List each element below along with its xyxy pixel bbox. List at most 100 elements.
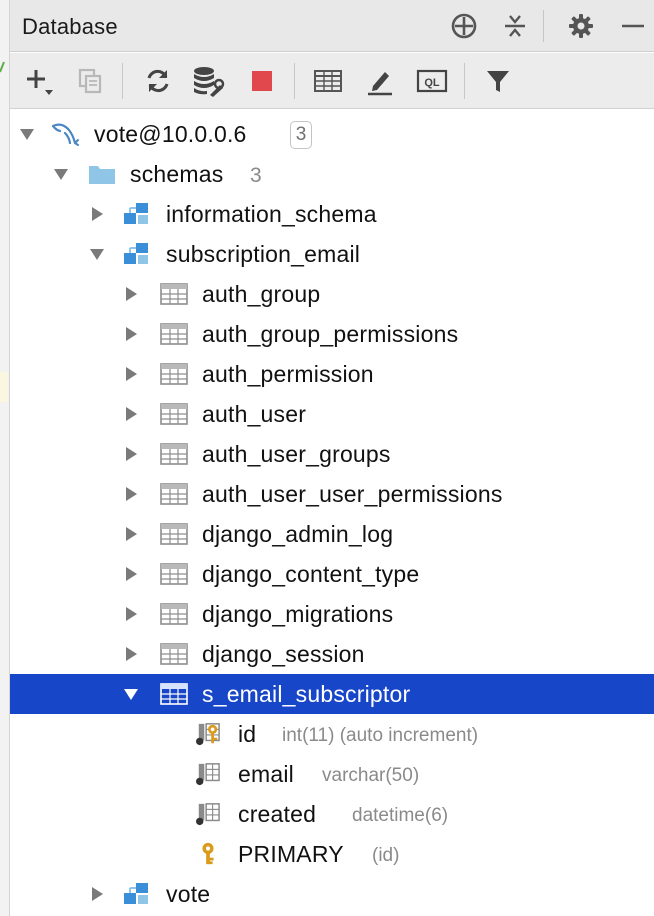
expanded-arrow-icon[interactable]: [90, 247, 104, 261]
crosshair-icon: [451, 13, 477, 39]
expanded-arrow-icon[interactable]: [54, 167, 68, 181]
tree-node-table[interactable]: auth_permission: [10, 354, 654, 394]
refresh-icon: [147, 69, 169, 93]
table-icon: [160, 443, 188, 465]
tree-node-table[interactable]: django_content_type: [10, 554, 654, 594]
collapsed-arrow-icon[interactable]: [124, 607, 138, 621]
tree-node-schema[interactable]: subscription_email: [10, 234, 654, 274]
table-label: auth_user_user_permissions: [202, 481, 503, 507]
datasource-label: vote@10.0.0.6: [94, 121, 247, 147]
collapsed-arrow-icon[interactable]: [90, 207, 104, 221]
collapsed-arrow-icon[interactable]: [124, 487, 138, 501]
key-columns: (id): [372, 845, 400, 866]
expanded-arrow-icon[interactable]: [20, 127, 34, 141]
schema-icon: [123, 882, 149, 905]
schema-label: vote: [166, 881, 211, 907]
table-label: auth_group: [202, 281, 321, 307]
schema-icon: [123, 202, 149, 225]
table-label: s_email_subscriptor: [202, 681, 411, 707]
sql-console-button[interactable]: QL: [414, 63, 450, 99]
column-type: int(11) (auto increment): [282, 725, 479, 746]
table-icon: [160, 523, 188, 545]
schema-icon: [123, 242, 149, 265]
collapsed-arrow-icon[interactable]: [124, 527, 138, 541]
collapse-all-button[interactable]: [499, 10, 531, 42]
hide-panel-button[interactable]: [616, 10, 648, 42]
gutter-highlight-marker: [0, 372, 8, 402]
header-separator: [543, 10, 544, 42]
collapsed-arrow-icon[interactable]: [124, 327, 138, 341]
table-icon: [160, 683, 188, 705]
tree-node-column[interactable]: email varchar(50): [10, 754, 654, 794]
folder-icon: [89, 166, 115, 184]
expanded-arrow-icon[interactable]: [124, 687, 138, 701]
column-name: created: [238, 801, 317, 827]
column-type: datetime(6): [352, 805, 449, 826]
tool-window-title: Database: [22, 14, 118, 39]
tree-node-table[interactable]: auth_user: [10, 394, 654, 434]
column-icon: [195, 803, 220, 826]
database-tree: vote@10.0.0.6 3 schemas 3 information_sc…: [10, 112, 654, 916]
table-label: auth_user_groups: [202, 441, 391, 467]
refresh-button[interactable]: [140, 63, 176, 99]
tree-node-schemas-folder[interactable]: schemas 3: [10, 154, 654, 194]
table-label: django_admin_log: [202, 521, 394, 547]
add-button[interactable]: [22, 63, 58, 99]
duplicate-button[interactable]: [72, 63, 108, 99]
collapsed-arrow-icon[interactable]: [124, 407, 138, 421]
schema-label: information_schema: [166, 201, 377, 227]
table-label: auth_user: [202, 401, 307, 427]
tree-node-datasource[interactable]: vote@10.0.0.6 3: [10, 114, 654, 154]
collapsed-arrow-icon[interactable]: [124, 567, 138, 581]
tree-node-table[interactable]: django_admin_log: [10, 514, 654, 554]
table-label: auth_permission: [202, 361, 374, 387]
tree-node-table[interactable]: auth_group: [10, 274, 654, 314]
collapse-icon: [505, 15, 525, 37]
datasource-count-badge: 3: [290, 121, 312, 149]
column-type: varchar(50): [322, 765, 420, 786]
table-icon: [160, 283, 188, 305]
column-icon: [195, 763, 220, 786]
edit-button[interactable]: [362, 63, 398, 99]
settings-button[interactable]: [565, 10, 597, 42]
filter-button[interactable]: [480, 63, 516, 99]
table-icon: [160, 563, 188, 585]
table-label: django_migrations: [202, 601, 394, 627]
schemas-folder-label: schemas: [130, 161, 224, 187]
tree-node-column[interactable]: created datetime(6): [10, 794, 654, 834]
toolbar-separator: [122, 63, 123, 99]
toolbar-separator: [464, 63, 465, 99]
stop-button[interactable]: [244, 63, 280, 99]
table-icon: [160, 363, 188, 385]
tool-window-header: Database: [10, 0, 654, 52]
table-label: django_session: [202, 641, 365, 667]
column-name: id: [238, 721, 257, 747]
database-properties-button[interactable]: [190, 63, 226, 99]
tree-node-table[interactable]: auth_user_user_permissions: [10, 474, 654, 514]
tree-node-table[interactable]: django_session: [10, 634, 654, 674]
tree-node-table[interactable]: auth_user_groups: [10, 434, 654, 474]
column-name: email: [238, 761, 294, 787]
collapsed-arrow-icon[interactable]: [124, 367, 138, 381]
collapsed-arrow-icon[interactable]: [124, 647, 138, 661]
database-toolbar: QL: [10, 53, 654, 109]
toolbar-separator: [294, 63, 295, 99]
collapsed-arrow-icon[interactable]: [90, 887, 104, 901]
gear-icon: [569, 14, 593, 38]
database-properties-icon: [194, 67, 225, 97]
crosshair-button[interactable]: [448, 10, 480, 42]
mysql-dolphin-icon: [51, 123, 79, 146]
tree-node-table[interactable]: django_migrations: [10, 594, 654, 634]
table-view-button[interactable]: [310, 63, 346, 99]
tree-node-column[interactable]: id int(11) (auto increment): [10, 714, 654, 754]
tree-node-table[interactable]: auth_group_permissions: [10, 314, 654, 354]
tree-node-key[interactable]: PRIMARY (id): [10, 834, 654, 874]
tree-node-table-selected[interactable]: s_email_subscriptor: [10, 674, 654, 714]
collapsed-arrow-icon[interactable]: [124, 447, 138, 461]
filter-icon: [487, 71, 509, 92]
collapsed-arrow-icon[interactable]: [124, 287, 138, 301]
tree-node-schema[interactable]: vote: [10, 874, 654, 914]
edit-icon: [368, 72, 392, 96]
tree-node-schema[interactable]: information_schema: [10, 194, 654, 234]
primary-key-column-icon: [195, 723, 220, 746]
